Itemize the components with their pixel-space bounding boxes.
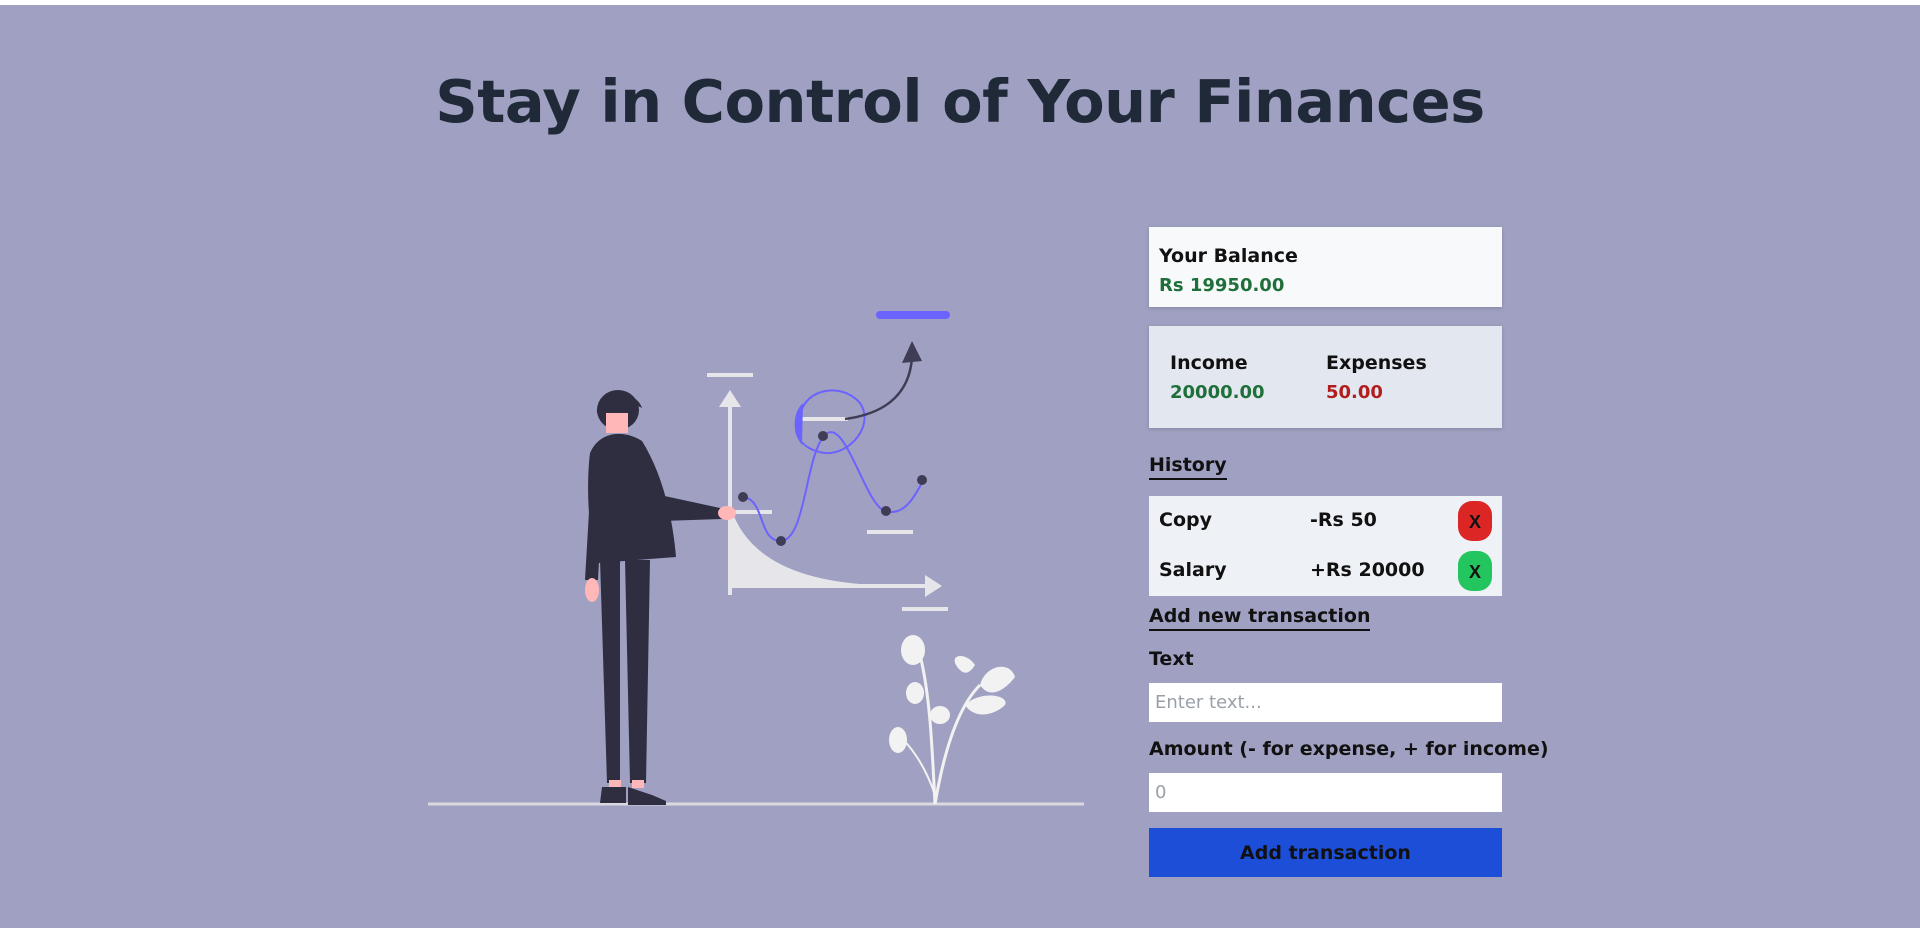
income-label: Income <box>1170 352 1248 374</box>
person-figure <box>585 390 736 805</box>
transaction-text: Copy <box>1159 509 1212 531</box>
growth-arrow-icon <box>844 356 914 421</box>
balance-value: Rs 19950.00 <box>1159 275 1285 296</box>
text-input[interactable] <box>1149 683 1502 722</box>
transaction-amount: +Rs 20000 <box>1310 559 1425 581</box>
add-transaction-heading: Add new transaction <box>1149 605 1371 631</box>
finance-illustration <box>428 311 1084 806</box>
transaction-amount: -Rs 50 <box>1310 509 1377 531</box>
delete-transaction-button[interactable]: X <box>1458 551 1492 591</box>
balance-card: Your Balance Rs 19950.00 <box>1149 227 1502 307</box>
app-background: Stay in Control of Your Finances Your Ba… <box>0 5 1920 928</box>
transaction-text: Salary <box>1159 559 1227 581</box>
expenses-value: 50.00 <box>1326 382 1383 403</box>
chart-axes-icon <box>719 390 942 597</box>
list-item: Copy -Rs 50 X <box>1149 496 1502 546</box>
income-value: 20000.00 <box>1170 382 1265 403</box>
delete-transaction-button[interactable]: X <box>1458 501 1492 541</box>
text-field-label: Text <box>1149 648 1194 670</box>
amount-field-label: Amount (- for expense, + for income) <box>1149 738 1549 760</box>
income-expenses-card: Income 20000.00 Expenses 50.00 <box>1149 326 1502 428</box>
history-heading: History <box>1149 454 1227 480</box>
expenses-label: Expenses <box>1326 352 1427 374</box>
highlight-bar <box>876 311 950 319</box>
balance-label: Your Balance <box>1159 245 1298 267</box>
history-list: Copy -Rs 50 X Salary +Rs 20000 X <box>1149 496 1502 596</box>
data-dots <box>738 431 927 546</box>
scribble-icon <box>795 389 866 455</box>
list-item: Salary +Rs 20000 X <box>1149 546 1502 596</box>
trend-line <box>742 431 924 543</box>
page-title: Stay in Control of Your Finances <box>435 67 1485 136</box>
plant-icon <box>889 635 1015 805</box>
amount-input[interactable] <box>1149 773 1502 812</box>
add-transaction-button[interactable]: Add transaction <box>1149 828 1502 877</box>
